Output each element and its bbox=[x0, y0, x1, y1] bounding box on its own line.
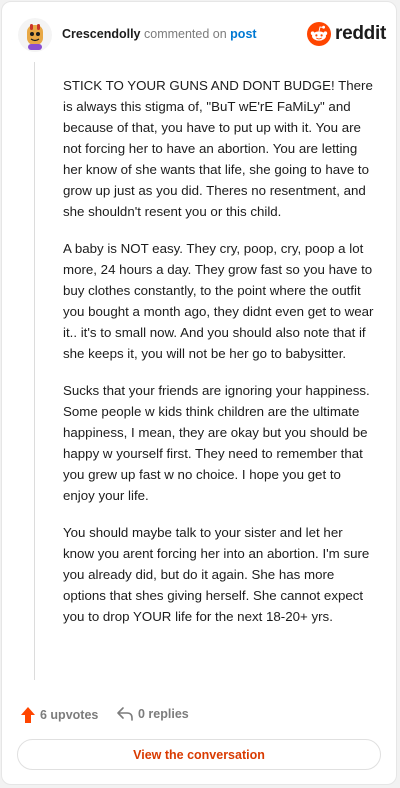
reddit-logo-icon bbox=[307, 22, 332, 46]
action-text: commented on bbox=[144, 27, 227, 41]
reply-control[interactable]: 0 replies bbox=[116, 706, 189, 722]
comment-paragraph: STICK TO YOUR GUNS AND DONT BUDGE! There… bbox=[63, 78, 373, 219]
snoo-avatar-icon[interactable] bbox=[18, 18, 52, 52]
reddit-brand[interactable]: reddit bbox=[307, 20, 386, 48]
comment-meta: Crescendolly commented on post bbox=[62, 27, 257, 41]
comment-header: Crescendolly commented on post reddit bbox=[18, 16, 386, 56]
upvote-control[interactable]: 6 upvotes bbox=[20, 706, 98, 724]
username[interactable]: Crescendolly bbox=[62, 27, 141, 41]
comment-footer: 6 upvotes 0 replies bbox=[20, 706, 382, 728]
upvote-count: 6 upvotes bbox=[40, 708, 99, 722]
comment-paragraph: Sucks that your friends are ignoring you… bbox=[63, 383, 370, 503]
comment-body: STICK TO YOUR GUNS AND DONT BUDGE! There… bbox=[63, 75, 375, 643]
post-link[interactable]: post bbox=[230, 27, 256, 41]
reply-count: 0 replies bbox=[138, 707, 189, 721]
comment-card: Crescendolly commented on post reddit ST… bbox=[1, 1, 397, 785]
comment-paragraph: A baby is NOT easy. They cry, poop, cry,… bbox=[63, 241, 374, 361]
thread-line bbox=[34, 62, 35, 680]
view-conversation-button[interactable]: View the conversation bbox=[17, 739, 381, 770]
comment-paragraph: You should maybe talk to your sister and… bbox=[63, 525, 370, 624]
reply-arrow-icon bbox=[117, 707, 133, 721]
brand-name: reddit bbox=[335, 23, 386, 44]
upvote-arrow-icon bbox=[21, 707, 35, 723]
